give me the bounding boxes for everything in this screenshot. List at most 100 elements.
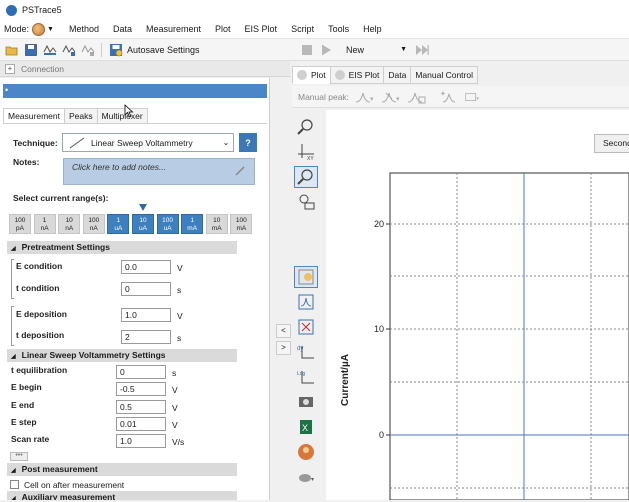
menu-script[interactable]: Script (284, 24, 321, 34)
tab-multiplexer[interactable]: Multiplexer (96, 108, 148, 124)
mode-selector-icon[interactable] (32, 22, 46, 36)
load-method-icon[interactable] (41, 41, 58, 58)
lsv-section-header[interactable]: ◢ Linear Sweep Voltammetry Settings (7, 349, 237, 362)
method-settings-icon[interactable] (79, 41, 96, 58)
technique-dropdown[interactable]: Linear Sweep Voltammetry ⌄ (62, 133, 234, 152)
collapse-left-icon[interactable]: < (276, 324, 291, 338)
open-folder-icon[interactable] (3, 41, 20, 58)
menu-method[interactable]: Method (62, 24, 106, 34)
misc-tool-icon[interactable]: ▾ (294, 466, 318, 488)
notes-field[interactable]: Click here to add notes... (63, 158, 255, 185)
save-method-icon[interactable] (60, 41, 77, 58)
peak-table-icon[interactable] (407, 89, 427, 105)
menu-measurement[interactable]: Measurement (139, 24, 208, 34)
current-range-button[interactable]: 100 mA (230, 214, 253, 234)
play-icon[interactable] (317, 41, 334, 58)
plot-area[interactable]: 20 10 0 Current/µA (326, 110, 629, 501)
user-avatar-icon[interactable] (294, 441, 318, 463)
help-button[interactable]: ? (239, 133, 257, 152)
new-measurement-dropdown[interactable]: New ▼ (342, 41, 411, 58)
peak-marker-icon[interactable] (294, 291, 318, 313)
cell-on-checkbox[interactable] (10, 480, 19, 489)
current-range-button[interactable]: 10 uA (131, 214, 154, 234)
pretreatment-section-header[interactable]: ◢ Pretreatment Settings (7, 241, 237, 254)
post-measurement-section-header[interactable]: ◢ Post measurement (7, 463, 237, 476)
stop-icon[interactable] (298, 41, 315, 58)
export-excel-icon[interactable]: X (294, 416, 318, 438)
tab-peaks[interactable]: Peaks (63, 108, 98, 124)
title-bar: PSTrace5 (0, 0, 629, 20)
zoom-icon[interactable] (294, 166, 318, 188)
collapse-triangle-icon: ◢ (11, 246, 16, 252)
peak-sparkle-icon[interactable]: ✦ (439, 89, 459, 105)
menu-tools[interactable]: Tools (321, 24, 356, 34)
range-value: 100 (88, 217, 100, 224)
current-range-button[interactable]: 100 uA (156, 214, 179, 234)
svg-text:▾: ▾ (396, 96, 400, 103)
more-options-button[interactable]: ••• (10, 452, 28, 461)
e-condition-input[interactable]: 0.0 (121, 260, 171, 274)
connection-label: Connection (21, 63, 65, 74)
save-icon[interactable] (22, 41, 39, 58)
autosave-settings-button[interactable]: Autosave Settings (109, 43, 200, 57)
menu-eis-plot[interactable]: EIS Plot (238, 24, 285, 34)
second-axis-button[interactable]: Second (594, 134, 629, 153)
t-equilibration-input[interactable]: 0 (116, 365, 166, 379)
current-range-button[interactable]: 1 uA (107, 214, 130, 234)
hand-select-icon[interactable] (294, 266, 318, 288)
menu-help[interactable]: Help (356, 24, 389, 34)
tab-divider (3, 123, 267, 124)
current-range-button[interactable]: 1 mA (181, 214, 204, 234)
tab-eis-plot[interactable]: EIS Plot (329, 66, 385, 84)
e-begin-input[interactable]: -0.5 (116, 382, 166, 396)
tab-plot[interactable]: Plot (292, 66, 331, 84)
peak-fx-icon[interactable]: ▾ (465, 89, 485, 105)
mouse-cursor-icon (124, 104, 134, 118)
camera-icon[interactable] (294, 391, 318, 413)
auxiliary-section-header[interactable]: ◢ Auxiliary measurement (7, 491, 237, 500)
expand-icon[interactable]: + (5, 63, 15, 74)
range-value: 10 (65, 217, 73, 224)
remove-peak-icon[interactable] (294, 316, 318, 338)
current-range-button[interactable]: 10 nA (58, 214, 81, 234)
e-begin-label: E begin (11, 382, 42, 392)
tick-label-20: 20 (374, 219, 384, 229)
t-equilibration-label: t equilibration (11, 365, 68, 375)
t-condition-input[interactable]: 0 (121, 282, 171, 296)
expand-right-icon[interactable]: > (276, 341, 291, 355)
tab-data[interactable]: Data (383, 66, 412, 84)
e-condition-label: E condition (16, 261, 63, 271)
t-equilibration-unit: s (172, 368, 177, 378)
zoom-rectangle-icon[interactable] (294, 191, 318, 213)
zoom-fit-icon[interactable] (294, 116, 318, 138)
plot-svg: 20 10 0 Current/µA (340, 172, 629, 501)
current-range-button[interactable]: 100 pA (9, 214, 31, 234)
svg-text:▾: ▾ (476, 95, 479, 101)
e-end-input[interactable]: 0.5 (116, 400, 166, 414)
peak-search-icon[interactable]: ▾ (355, 89, 375, 105)
e-deposition-input[interactable]: 1.0 (121, 308, 171, 322)
chevron-down-icon[interactable]: ▼ (47, 26, 54, 33)
derivative-icon[interactable]: dy (294, 341, 318, 363)
current-range-button[interactable]: 10 mA (205, 214, 228, 234)
log-scale-icon[interactable]: Log (294, 366, 318, 388)
menu-plot[interactable]: Plot (208, 24, 238, 34)
range-unit: mA (236, 225, 247, 232)
current-range-button[interactable]: 100 nA (82, 214, 105, 234)
plot-vertical-toolbar: XY dy Log X ▾ (294, 116, 322, 500)
e-step-input[interactable]: 0.01 (116, 417, 166, 431)
skip-forward-icon[interactable] (413, 41, 430, 58)
range-unit: nA (40, 225, 49, 232)
current-range-button[interactable]: 1 nA (33, 214, 56, 234)
tab-measurement[interactable]: Measurement (3, 108, 65, 124)
peak-add-icon[interactable]: ▾ (381, 89, 401, 105)
range-value: 100 (14, 217, 26, 224)
t-deposition-input[interactable]: 2 (121, 330, 171, 344)
tab-manual-control[interactable]: Manual Control (410, 66, 478, 84)
zoom-xy-icon[interactable]: XY (294, 141, 318, 163)
plot-tabs: Plot EIS Plot Data Manual Control (292, 66, 478, 84)
scan-rate-input[interactable]: 1.0 (116, 434, 166, 448)
svg-text:XY: XY (307, 156, 314, 162)
menu-data[interactable]: Data (106, 24, 139, 34)
connection-bar[interactable]: + Connection (0, 61, 290, 77)
